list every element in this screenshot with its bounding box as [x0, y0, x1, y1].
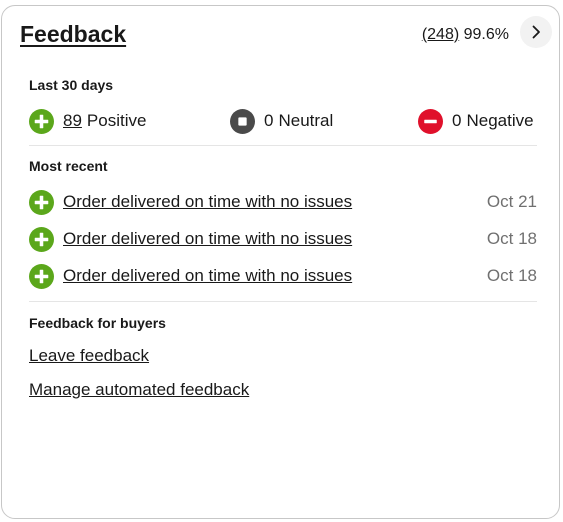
square-circle-icon [230, 108, 255, 134]
recent-item-link[interactable]: Order delivered on time with no issues [63, 192, 352, 212]
minus-circle-icon [418, 108, 443, 134]
positive-count-link[interactable]: 89 [63, 111, 82, 131]
divider [29, 301, 537, 302]
positive-label: Positive [86, 111, 147, 130]
feedback-percent: 99.6% [463, 26, 509, 43]
recent-item-date: Oct 18 [486, 229, 537, 248]
feedback-title-link[interactable]: Feedback [20, 21, 126, 48]
feedback-card: Feedback (248) 99.6% Last 30 days 89 Pos… [1, 5, 560, 519]
most-recent-label: Most recent [29, 158, 108, 174]
recent-item-date: Oct 18 [486, 266, 537, 285]
chevron-right-icon [532, 25, 540, 39]
chevron-button[interactable] [520, 16, 552, 48]
neutral-count: 0 [264, 111, 274, 130]
recent-item-link[interactable]: Order delivered on time with no issues [63, 266, 352, 286]
manage-automated-feedback-link[interactable]: Manage automated feedback [29, 380, 249, 400]
summary-row: 89 Positive 0 Neutral 0 Negative [29, 108, 537, 134]
recent-item: Order delivered on time with no issues O… [29, 263, 537, 289]
leave-feedback-link[interactable]: Leave feedback [29, 346, 149, 366]
summary-negative: 0 Negative [418, 108, 534, 134]
divider [29, 145, 537, 146]
plus-circle-icon [29, 263, 54, 289]
plus-circle-icon [29, 226, 54, 252]
plus-circle-icon [29, 189, 54, 215]
recent-item-link[interactable]: Order delivered on time with no issues [63, 229, 352, 249]
summary-positive: 89 Positive [29, 108, 146, 134]
feedback-for-buyers-label: Feedback for buyers [29, 315, 166, 331]
feedback-score: (248) 99.6% [422, 26, 509, 44]
recent-item: Order delivered on time with no issues O… [29, 226, 537, 252]
last-30-days-label: Last 30 days [29, 77, 114, 93]
feedback-count-link[interactable]: (248) [422, 26, 459, 43]
plus-circle-icon [29, 108, 54, 134]
negative-count: 0 [452, 111, 462, 130]
recent-item-date: Oct 21 [486, 192, 537, 211]
neutral-label: Neutral [278, 111, 334, 130]
recent-item: Order delivered on time with no issues O… [29, 189, 537, 215]
negative-label: Negative [466, 111, 534, 130]
summary-neutral: 0 Neutral [230, 108, 333, 134]
card-header: Feedback (248) 99.6% [2, 6, 559, 66]
